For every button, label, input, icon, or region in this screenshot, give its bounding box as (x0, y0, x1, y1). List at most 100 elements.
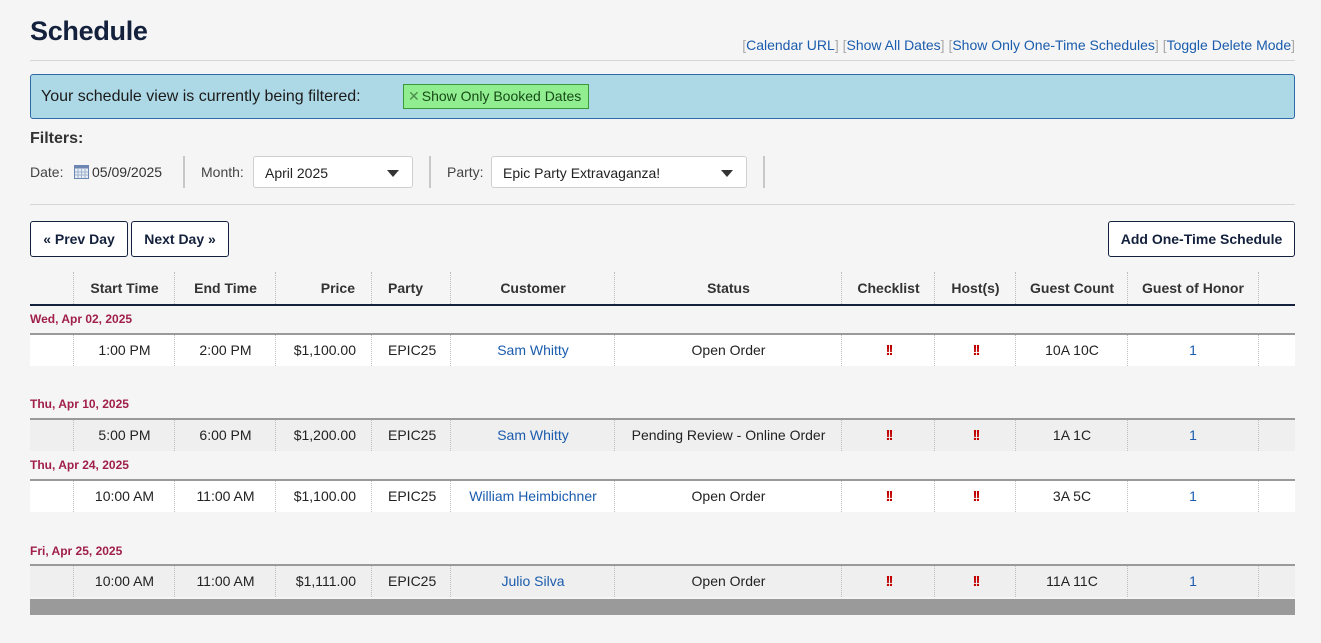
cell-end-time: 11:00 AM (196, 488, 255, 504)
cell-end-time: 11:00 AM (196, 573, 255, 589)
column-separator (275, 420, 276, 451)
column-separator (275, 566, 276, 597)
column-separator (614, 335, 615, 366)
month-filter-label: Month: (201, 164, 244, 180)
date-group-label: Thu, Apr 24, 2025 (30, 458, 129, 472)
cell-hosts[interactable]: !! (935, 566, 1016, 597)
column-separator (73, 272, 74, 304)
column-separator (1015, 272, 1016, 304)
remove-filter-chip[interactable]: ✕ Show Only Booked Dates (403, 84, 590, 109)
column-separator (174, 566, 175, 597)
cell-end-time: 6:00 PM (199, 427, 252, 443)
party-select[interactable]: Epic Party Extravaganza! (491, 156, 747, 188)
show-one-time-schedules-link[interactable]: Show Only One-Time Schedules (952, 37, 1155, 53)
column-start-time: Start Time (90, 280, 159, 296)
cell-hosts[interactable]: !! (935, 481, 1016, 512)
column-separator (174, 420, 175, 451)
guest-of-honor-link[interactable]: 1 (1189, 573, 1197, 589)
month-select[interactable]: April 2025 (253, 156, 413, 188)
guest-of-honor-link[interactable]: 1 (1189, 427, 1197, 443)
table-row[interactable]: 1:00 PM 2:00 PM $1,100.00 EPIC25 Sam Whi… (30, 333, 1295, 366)
cell-end-time: 2:00 PM (199, 342, 252, 358)
column-separator (841, 272, 842, 304)
column-separator (73, 566, 74, 597)
column-separator (934, 420, 935, 451)
cell-checklist[interactable]: !! (842, 420, 935, 451)
month-select-value: April 2025 (265, 165, 329, 181)
cell-price: $1,200.00 (293, 427, 356, 443)
cell-customer: Sam Whitty (451, 335, 615, 366)
column-separator (1258, 272, 1259, 304)
cell-hosts[interactable]: !! (935, 335, 1016, 366)
column-separator (73, 335, 74, 366)
cell-checklist[interactable]: !! (842, 335, 935, 366)
column-separator (614, 420, 615, 451)
double-exclamation-icon: !! (885, 488, 894, 505)
guest-of-honor-link[interactable]: 1 (1189, 488, 1197, 504)
column-status: Status (707, 280, 750, 296)
table-row[interactable]: 5:00 PM 6:00 PM $1,200.00 EPIC25 Sam Whi… (30, 418, 1295, 451)
column-separator (1258, 420, 1259, 451)
cell-guest-of-honor: 1 (1128, 335, 1258, 366)
guest-of-honor-link[interactable]: 1 (1189, 342, 1197, 358)
column-separator (841, 420, 842, 451)
cell-start-time: 1:00 PM (98, 342, 151, 358)
schedule-page: Schedule [Calendar URL] [Show All Dates]… (30, 0, 1295, 615)
double-exclamation-icon: !! (885, 573, 894, 590)
cell-checklist[interactable]: !! (842, 566, 935, 597)
next-day-button[interactable]: Next Day » (131, 221, 229, 257)
column-separator (1127, 420, 1128, 451)
column-separator (841, 481, 842, 512)
filter-row: Date: 05/09/2025 Month: April 2025 Party… (30, 156, 1295, 188)
top-links: [Calendar URL] [Show All Dates] [Show On… (742, 37, 1295, 53)
filter-banner-text: Your schedule view is currently being fi… (41, 88, 361, 105)
date-group-label: Thu, Apr 10, 2025 (30, 397, 129, 411)
toggle-delete-mode-link[interactable]: Toggle Delete Mode (1167, 37, 1292, 53)
column-separator (450, 335, 451, 366)
cell-hosts[interactable]: !! (935, 420, 1016, 451)
calendar-url-link[interactable]: Calendar URL (746, 37, 835, 53)
double-exclamation-icon: !! (972, 488, 981, 505)
column-guest-of-honor: Guest of Honor (1142, 280, 1244, 296)
chevron-down-icon (721, 170, 733, 177)
column-separator (450, 420, 451, 451)
filter-divider (763, 156, 765, 188)
cell-price: $1,100.00 (293, 342, 356, 358)
column-separator (1015, 335, 1016, 366)
schedule-table: Start Time End Time Price Party Customer… (30, 272, 1295, 597)
cell-checklist[interactable]: !! (842, 481, 935, 512)
column-separator (371, 272, 372, 304)
table-row[interactable]: 10:00 AM 11:00 AM $1,100.00 EPIC25 Willi… (30, 479, 1295, 512)
table-header: Start Time End Time Price Party Customer… (30, 272, 1295, 306)
cell-status: Pending Review - Online Order (631, 427, 826, 443)
table-row[interactable]: 10:00 AM 11:00 AM $1,111.00 EPIC25 Julio… (30, 564, 1295, 597)
column-separator (371, 335, 372, 366)
cell-status: Open Order (691, 488, 766, 504)
column-separator (73, 481, 74, 512)
column-separator (1127, 335, 1128, 366)
column-separator (174, 272, 175, 304)
column-separator (1015, 420, 1016, 451)
cell-price: $1,111.00 (295, 573, 356, 589)
customer-link[interactable]: Sam Whitty (497, 342, 569, 358)
cell-guest-count: 11A 11C (1046, 573, 1098, 589)
page-title: Schedule (30, 16, 148, 46)
cell-guest-count: 3A 5C (1052, 488, 1092, 504)
customer-link[interactable]: Sam Whitty (497, 427, 569, 443)
column-separator (841, 335, 842, 366)
show-all-dates-link[interactable]: Show All Dates (846, 37, 940, 53)
customer-link[interactable]: Julio Silva (501, 573, 564, 589)
prev-day-button[interactable]: « Prev Day (30, 221, 128, 257)
date-filter[interactable]: 05/09/2025 (74, 164, 162, 180)
cell-guest-of-honor: 1 (1128, 566, 1258, 597)
column-separator (1258, 335, 1259, 366)
column-separator (934, 335, 935, 366)
customer-link[interactable]: William Heimbichner (469, 488, 597, 504)
column-separator (934, 566, 935, 597)
cell-status: Open Order (691, 573, 766, 589)
column-separator (614, 481, 615, 512)
column-separator (371, 420, 372, 451)
column-hosts: Host(s) (951, 280, 1000, 296)
column-party: Party (388, 280, 424, 296)
add-one-time-schedule-button[interactable]: Add One-Time Schedule (1108, 221, 1295, 257)
